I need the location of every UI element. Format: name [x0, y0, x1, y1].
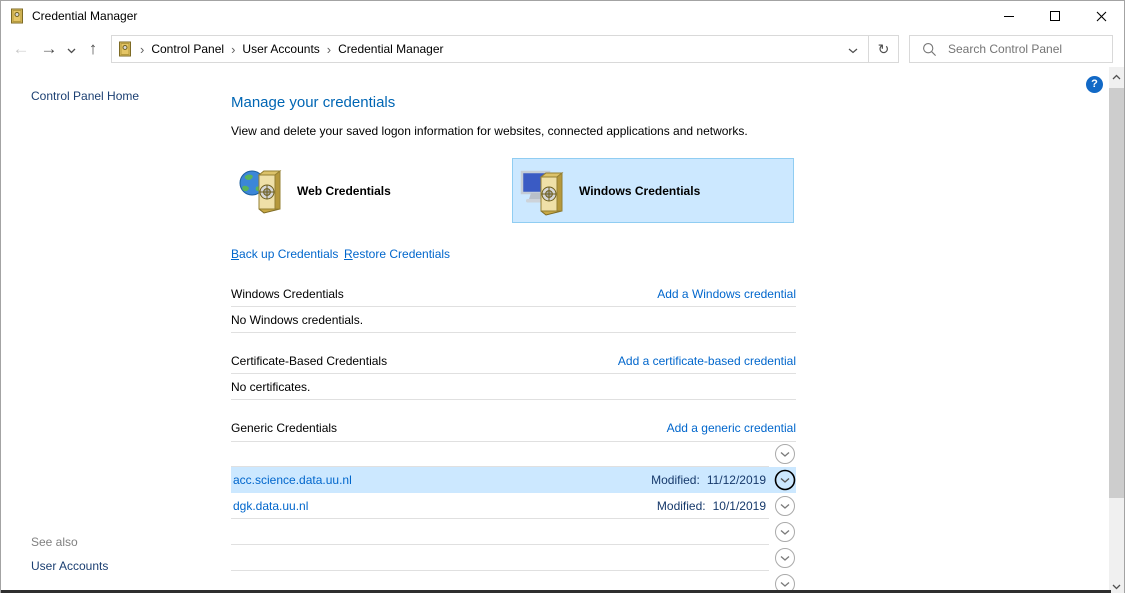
credential-modified — [759, 447, 766, 461]
maximize-button[interactable] — [1032, 1, 1078, 31]
address-bar[interactable]: › Control Panel › User Accounts › Creden… — [111, 35, 899, 63]
globe-safe-icon — [237, 165, 289, 217]
chevron-down-icon — [67, 48, 76, 54]
credential-manager-safe-icon — [9, 8, 25, 24]
navigation-toolbar: ← → ↑ › Control Panel › User Accounts › … — [1, 31, 1124, 67]
address-dropdown-button[interactable] — [838, 36, 868, 62]
scroll-up-button[interactable] — [1109, 67, 1124, 84]
window-title: Credential Manager — [32, 9, 137, 23]
minimize-button[interactable] — [986, 1, 1032, 31]
scroll-down-button[interactable] — [1109, 577, 1124, 593]
chevron-down-icon — [848, 48, 858, 54]
breadcrumb-separator: › — [320, 42, 338, 57]
close-button[interactable] — [1078, 1, 1124, 31]
divider — [231, 399, 796, 400]
search-input[interactable]: Search Control Panel — [909, 35, 1113, 63]
chevron-down-circle-icon — [774, 521, 796, 543]
credential-name[interactable]: dgk.data.uu.nl — [233, 499, 308, 513]
search-icon — [922, 42, 937, 57]
credential-row[interactable] — [231, 571, 796, 591]
windows-credentials-section-title: Windows Credentials — [231, 287, 344, 301]
expand-chevron-button[interactable] — [774, 495, 796, 517]
chevron-up-icon — [1112, 74, 1121, 80]
backup-rest: ack up Credentials — [239, 247, 338, 261]
credential-manager-window: Credential Manager ← → ↑ › Control Panel… — [0, 0, 1125, 593]
back-button[interactable]: ← — [9, 31, 33, 67]
certificate-credentials-section-title: Certificate-Based Credentials — [231, 354, 387, 368]
credential-row[interactable]: dgk.data.uu.nl Modified: 10/1/2019 — [231, 493, 796, 519]
windows-credentials-label: Windows Credentials — [579, 184, 700, 198]
see-also-label: See also — [31, 535, 78, 549]
vertical-scrollbar[interactable] — [1109, 67, 1124, 593]
forward-button[interactable]: → — [37, 31, 61, 67]
breadcrumb-credential-manager[interactable]: Credential Manager — [338, 42, 443, 56]
backup-accel: B — [231, 247, 239, 261]
up-button[interactable]: ↑ — [81, 31, 105, 67]
expand-chevron-button[interactable] — [774, 469, 796, 491]
breadcrumb-separator: › — [133, 42, 151, 57]
scrollbar-thumb[interactable] — [1109, 88, 1124, 498]
no-certificates-text: No certificates. — [231, 380, 310, 394]
modified-label: Modified: — [651, 473, 700, 487]
tab-windows-credentials[interactable]: Windows Credentials — [512, 158, 794, 223]
expand-chevron-button[interactable] — [774, 573, 796, 591]
breadcrumb-separator: › — [224, 42, 242, 57]
generic-credentials-list: acc.science.data.uu.nl Modified:11/12/20… — [231, 441, 796, 591]
breadcrumb-control-panel[interactable]: Control Panel — [151, 42, 224, 56]
sidebar-item-user-accounts[interactable]: User Accounts — [31, 559, 108, 573]
add-certificate-credential-link[interactable]: Add a certificate-based credential — [618, 354, 796, 368]
modified-date: 10/1/2019 — [713, 499, 766, 513]
expand-chevron-button[interactable] — [774, 547, 796, 569]
chevron-down-circle-icon — [774, 573, 796, 591]
chevron-down-circle-icon — [774, 495, 796, 517]
help-button[interactable]: ? — [1086, 76, 1103, 93]
restore-rest: estore Credentials — [353, 247, 450, 261]
chevron-down-icon — [1112, 584, 1121, 590]
add-windows-credential-link[interactable]: Add a Windows credential — [657, 287, 796, 301]
maximize-icon — [1050, 11, 1060, 21]
modified-date: 11/12/2019 — [707, 473, 766, 487]
credential-modified — [759, 551, 766, 565]
credential-modified — [759, 525, 766, 539]
refresh-button[interactable]: ↻ — [868, 36, 898, 62]
divider — [231, 373, 796, 374]
close-icon — [1096, 11, 1107, 22]
recent-pages-dropdown[interactable] — [63, 31, 79, 67]
credential-modified: Modified: 10/1/2019 — [657, 499, 766, 513]
generic-credentials-section-title: Generic Credentials — [231, 421, 337, 435]
search-placeholder: Search Control Panel — [948, 42, 1062, 56]
tab-web-credentials[interactable]: Web Credentials — [231, 158, 512, 223]
sidebar-item-control-panel-home[interactable]: Control Panel Home — [31, 89, 139, 103]
restore-accel: R — [344, 247, 353, 261]
divider — [231, 332, 796, 333]
add-generic-credential-link[interactable]: Add a generic credential — [667, 421, 796, 435]
credential-row-selected[interactable]: acc.science.data.uu.nl Modified: 11/12/20… — [231, 467, 796, 493]
content-area: ? Control Panel Home See also User Accou… — [1, 67, 1124, 591]
caption-buttons — [986, 1, 1124, 31]
chevron-down-circle-icon — [774, 469, 796, 491]
breadcrumb-user-accounts[interactable]: User Accounts — [242, 42, 319, 56]
divider — [231, 306, 796, 307]
credential-modified — [759, 577, 766, 591]
credential-row[interactable] — [231, 519, 796, 545]
expand-chevron-button[interactable] — [774, 443, 796, 465]
restore-credentials-link[interactable]: Restore Credentials — [344, 247, 450, 261]
title-bar: Credential Manager — [1, 1, 1124, 31]
expand-chevron-button[interactable] — [774, 521, 796, 543]
chevron-down-circle-icon — [774, 547, 796, 569]
web-credentials-label: Web Credentials — [297, 184, 391, 198]
page-title: Manage your credentials — [231, 94, 395, 111]
monitor-safe-icon — [519, 165, 571, 217]
credential-modified: Modified: 11/12/2019 — [651, 473, 766, 487]
modified-label: Modified: — [657, 499, 706, 513]
page-description: View and delete your saved logon informa… — [231, 124, 748, 138]
credential-name[interactable]: acc.science.data.uu.nl — [233, 473, 352, 487]
no-windows-credentials-text: No Windows credentials. — [231, 313, 363, 327]
chevron-down-circle-icon — [774, 443, 796, 465]
credential-row[interactable] — [231, 441, 796, 467]
credential-row[interactable] — [231, 545, 796, 571]
back-up-credentials-link[interactable]: Back up Credentials — [231, 247, 338, 261]
minimize-icon — [1004, 16, 1014, 17]
location-safe-icon — [117, 41, 133, 57]
